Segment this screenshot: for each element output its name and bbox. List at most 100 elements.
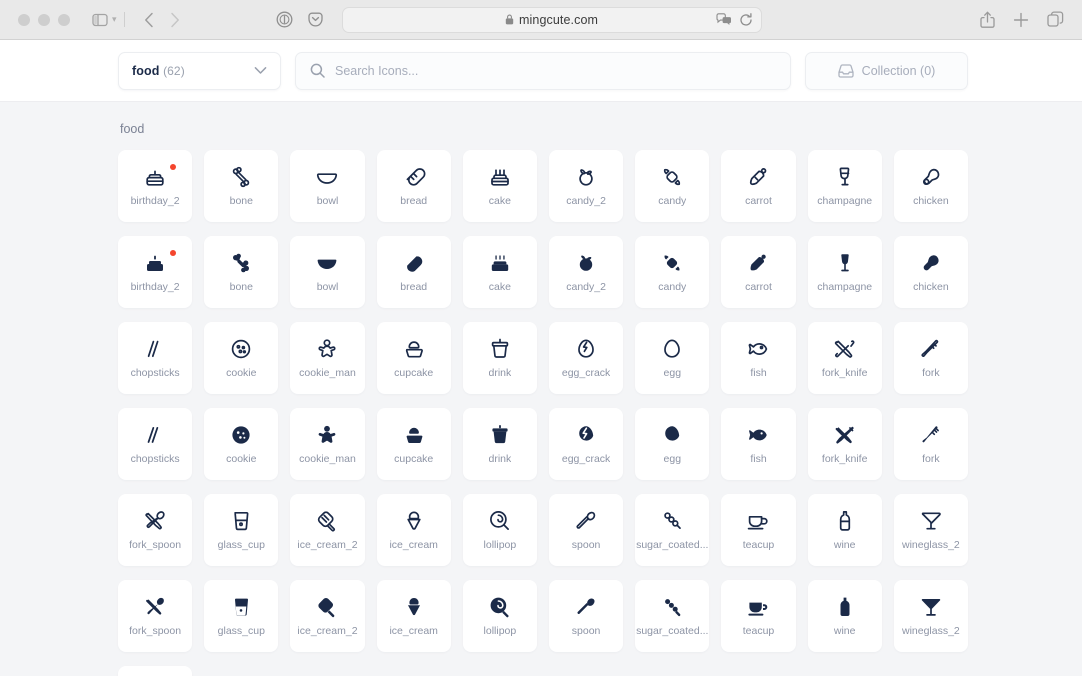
spoon-icon [574,510,598,532]
icon-card[interactable]: drink [462,322,537,394]
icon-card[interactable]: glass_cup [204,580,279,652]
icon-card[interactable]: bowl [290,236,365,308]
icon-card[interactable]: fork [893,408,968,480]
icon-card[interactable]: ice_cream_2 [290,494,365,566]
icon-card[interactable]: wineglass_2 [893,580,968,652]
icon-card[interactable]: candy_2 [548,236,624,308]
icon-card[interactable]: fork_knife [807,408,882,480]
icon-card[interactable]: candy [635,236,710,308]
icon-card[interactable]: sugar_coated... [635,580,710,652]
icon-card[interactable]: fish [721,322,796,394]
icon-card[interactable]: bread [376,150,451,222]
minimize-button[interactable] [38,13,50,26]
candy-2-icon [574,252,598,274]
icon-card[interactable]: candy_2 [548,150,624,222]
icon-card[interactable]: candy [635,150,710,222]
maximize-button[interactable] [58,13,70,26]
icon-card[interactable]: carrot [721,236,796,308]
icon-card[interactable]: cupcake [376,408,451,480]
chevron-down-icon[interactable]: ▾ [110,14,119,25]
icon-card[interactable]: chicken [893,150,968,222]
share-icon[interactable] [980,11,995,29]
icon-card[interactable]: carrot [721,150,796,222]
icon-card[interactable]: fish [721,408,796,480]
category-label: food [132,63,160,78]
icon-card[interactable]: egg [635,408,710,480]
icon-card[interactable]: teacup [721,580,796,652]
icon-card[interactable]: fork [893,322,968,394]
icon-card[interactable]: ice_cream [376,580,451,652]
close-button[interactable] [18,13,30,26]
icon-card[interactable]: champagne [807,150,882,222]
icon-card[interactable]: fork_knife [807,322,882,394]
tab-overview-icon[interactable] [1047,11,1064,28]
sidebar-toggle-icon[interactable] [92,13,108,27]
icon-label: carrot [745,194,772,207]
icon-card[interactable]: fork_spoon [118,580,193,652]
icon-card[interactable]: fork_spoon [118,494,193,566]
search-input[interactable] [335,63,776,78]
icon-card[interactable]: bread [376,236,451,308]
plus-icon[interactable] [1013,12,1029,28]
icon-card[interactable]: cookie_man [290,322,365,394]
icon-card[interactable]: spoon [548,494,624,566]
pocket-icon[interactable] [307,11,324,28]
icon-card[interactable]: lollipop [462,494,537,566]
icon-label: sugar_coated... [636,538,709,551]
window-traffic-lights[interactable] [18,13,70,26]
icon-card[interactable]: cookie_man [290,408,365,480]
icon-label: bowl [316,280,339,293]
icon-label: drink [488,366,512,379]
reload-icon[interactable] [739,12,753,27]
icon-card[interactable]: lollipop [462,580,537,652]
collection-label: Collection (0) [861,63,936,78]
search-box[interactable] [295,51,791,90]
collection-button[interactable]: Collection (0) [805,51,968,90]
icon-label: teacup [742,624,775,637]
icon-label: drink [488,452,512,465]
icon-card[interactable]: wineglass_2 [893,494,968,566]
url-bar[interactable]: mingcute.com [341,6,762,33]
icon-card[interactable]: egg_crack [548,408,624,480]
icon-label: egg [663,452,682,465]
icon-card[interactable]: wine [807,580,882,652]
ice-cream-cone-icon [402,510,426,532]
icon-card[interactable] [118,666,193,676]
icon-card[interactable]: bone [204,236,279,308]
fish-icon [746,338,770,360]
chicken-icon [919,166,943,188]
icon-card[interactable]: chopsticks [118,408,193,480]
icon-card[interactable]: cake [462,150,537,222]
extension-icon[interactable] [715,13,732,26]
icon-card[interactable]: egg_crack [548,322,624,394]
icon-card[interactable]: birthday_2 [118,150,193,222]
icon-card[interactable]: ice_cream [376,494,451,566]
icon-card[interactable]: teacup [721,494,796,566]
icon-card[interactable]: cookie [204,408,279,480]
candy-icon [660,166,684,188]
icon-card[interactable]: bone [204,150,279,222]
icon-card[interactable]: egg [635,322,710,394]
icon-card[interactable]: chopsticks [118,322,193,394]
icon-card[interactable]: ice_cream_2 [290,580,365,652]
icon-label: egg_crack [561,366,611,379]
icon-card[interactable]: cake [462,236,537,308]
icon-card[interactable]: birthday_2 [118,236,193,308]
icon-card[interactable]: chicken [893,236,968,308]
reader-mode-icon[interactable] [276,11,293,28]
icon-card[interactable]: bowl [290,150,365,222]
icon-card[interactable]: cookie [204,322,279,394]
back-arrow-icon[interactable] [144,12,154,28]
icon-card[interactable]: spoon [548,580,624,652]
icon-card[interactable]: drink [462,408,537,480]
category-dropdown[interactable]: food (62) [118,51,281,90]
icon-card[interactable]: glass_cup [204,494,279,566]
icon-card[interactable]: cupcake [376,322,451,394]
cupcake-icon [402,424,426,446]
icon-card[interactable]: sugar_coated... [635,494,710,566]
forward-arrow-icon[interactable] [170,12,180,28]
icon-card[interactable]: wine [807,494,882,566]
ice-cream-bar-icon [315,596,339,618]
icon-label: wineglass_2 [901,624,960,637]
icon-card[interactable]: champagne [807,236,882,308]
